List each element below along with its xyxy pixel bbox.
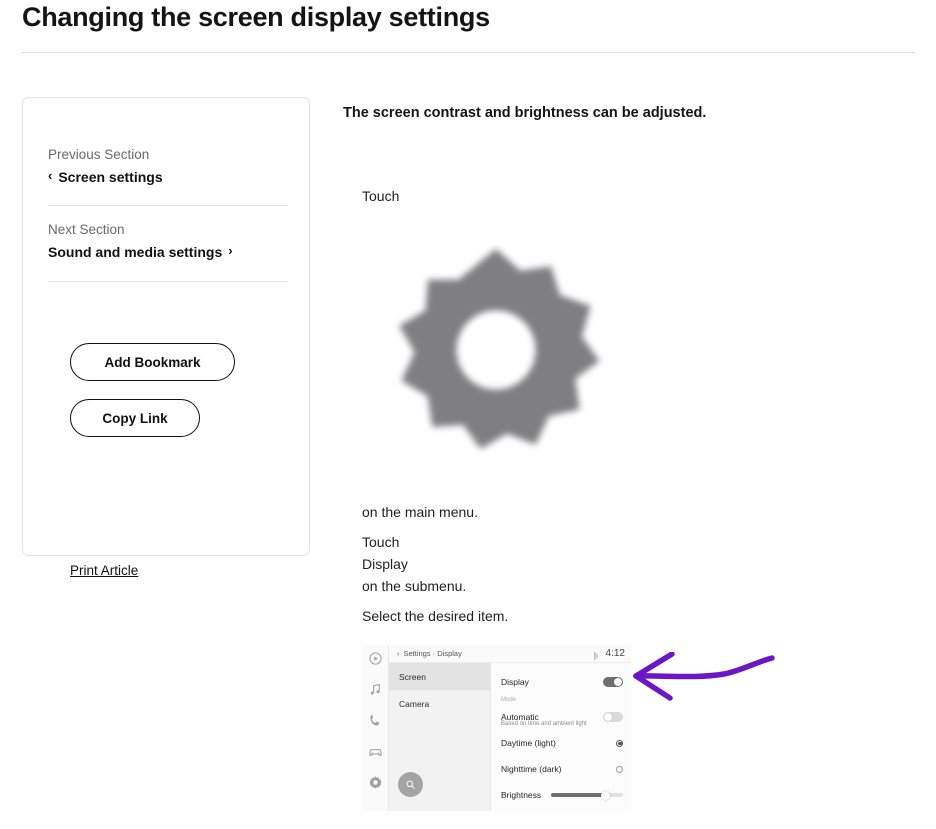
setting-label: Brightness [501,790,542,800]
nav-divider-2 [48,281,288,282]
status-clock: 4:12 [605,648,625,659]
setting-row-display[interactable]: Display [501,669,623,695]
music-note-icon[interactable] [368,682,383,697]
previous-section-eyebrow: Previous Section [48,147,150,162]
automatic-toggle[interactable] [603,712,623,722]
next-section-label: Sound and media settings [48,243,223,260]
page-title: Changing the screen display settings [22,2,490,32]
list-item-camera[interactable]: Camera [389,690,490,717]
setting-label: Daytime (light) [501,738,556,748]
infotainment-screenshot: ‹ Settings · Display 4:12 Screen Camera … [362,645,631,811]
brightness-knob[interactable] [601,790,611,800]
mode-section-caption: Mode [501,697,517,703]
automatic-sublabel: Based on time and ambient light [501,721,587,727]
daytime-radio[interactable] [616,739,623,747]
search-button[interactable] [398,772,423,797]
title-divider [22,52,915,53]
car-icon[interactable] [368,744,383,759]
toggle-knob [604,713,612,721]
list-item-label: Camera [399,698,430,709]
brightness-fill [551,793,605,797]
breadcrumb-back-icon[interactable]: ‹ [397,649,400,658]
list-item-screen[interactable]: Screen [389,663,490,690]
search-icon [406,780,415,789]
setting-row-nighttime[interactable]: Nighttime (dark) [501,756,623,782]
list-item-label: Screen [399,671,426,682]
phone-icon[interactable] [368,713,383,728]
settings-gear-icon [386,226,606,474]
select-desired-item-text: Select the desired item. [362,608,509,624]
nav-divider-1 [48,205,288,206]
on-submenu-text: on the submenu. [362,578,467,594]
chevron-right-icon: › [228,243,233,259]
print-article-link[interactable]: Print Article [70,563,138,578]
setting-label: Display [501,677,529,687]
infotainment-icon-rail [362,645,389,811]
settings-detail-pane: Display Mode Automatic Based on time and… [491,663,631,811]
display-toggle[interactable] [603,677,623,687]
status-cluster: 4:12 [593,648,625,661]
touch-instruction-sub: Touch [362,534,400,550]
setting-row-daytime[interactable]: Daytime (light) [501,730,623,756]
display-menu-item-text: Display [362,556,408,572]
previous-section-link[interactable]: ‹ Screen settings [48,168,288,186]
brightness-slider[interactable] [551,790,623,800]
sidebar-card: Previous Section ‹ Screen settings Next … [22,97,310,578]
touch-instruction-main: Touch [362,188,400,204]
chevron-left-icon: ‹ [48,168,53,184]
settings-gear-icon[interactable] [368,775,383,790]
lead-paragraph: The screen contrast and brightness can b… [343,105,707,121]
setting-label: Nighttime (dark) [501,764,562,774]
next-section-link[interactable]: Sound and media settings › [48,243,288,261]
hand-drawn-arrow-left-icon [633,652,775,701]
next-section-eyebrow: Next Section [48,222,125,237]
previous-section-label: Screen settings [58,168,163,185]
infotainment-topbar: ‹ Settings · Display 4:12 [389,645,631,663]
previous-section-nav[interactable]: Previous Section ‹ Screen settings [48,146,288,186]
media-play-icon[interactable] [368,651,383,666]
add-bookmark-button[interactable]: Add Bookmark [70,343,235,381]
breadcrumb[interactable]: ‹ Settings · Display [397,649,462,658]
setting-row-brightness[interactable]: Brightness [501,782,623,808]
next-section-nav[interactable]: Next Section Sound and media settings › [48,221,288,261]
nighttime-radio[interactable] [616,765,623,773]
copy-link-button[interactable]: Copy Link [70,399,200,437]
toggle-knob [614,678,622,686]
breadcrumb-label: Settings · Display [403,649,462,658]
on-main-menu-text: on the main menu. [362,504,478,520]
bluetooth-icon [593,649,599,661]
